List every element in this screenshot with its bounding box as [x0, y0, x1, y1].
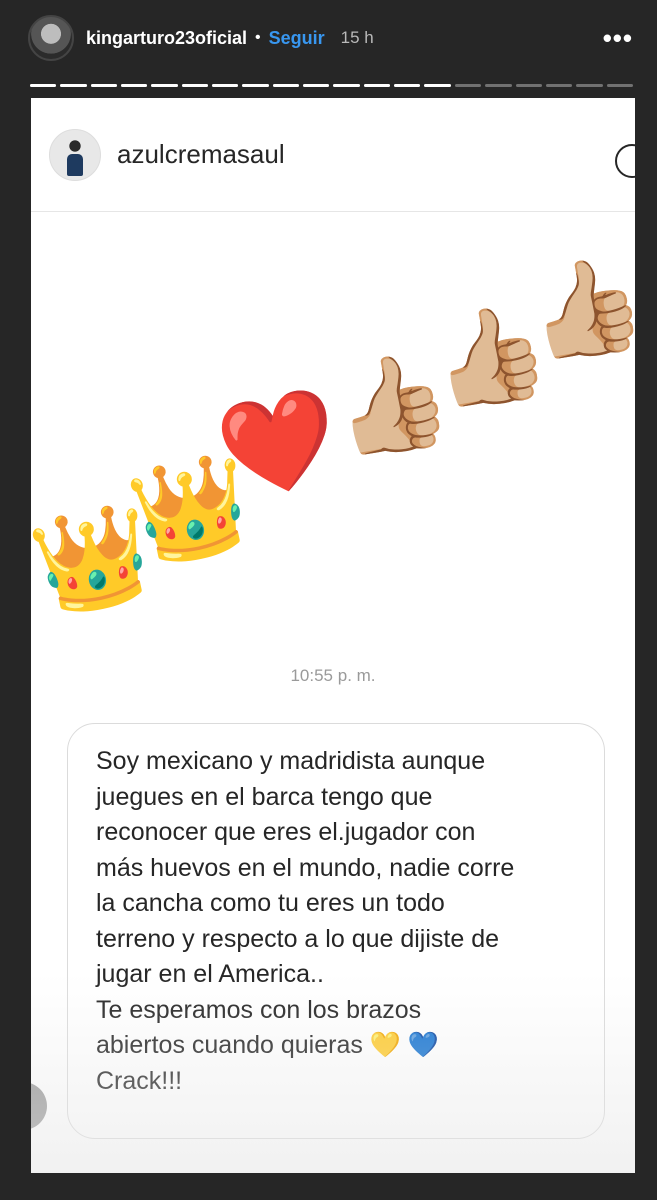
- progress-segment: [151, 84, 178, 87]
- progress-segment: [90, 84, 118, 87]
- story-progress-bar: [30, 84, 633, 88]
- message-text: Soy mexicano y madridista aunque juegues…: [96, 747, 515, 1095]
- progress-segment: [272, 84, 300, 87]
- progress-segment: [363, 84, 391, 87]
- progress-segment: [60, 84, 87, 87]
- info-icon[interactable]: [615, 144, 635, 178]
- progress-segment: [181, 84, 209, 87]
- message-timestamp: 10:55 p. m.: [290, 666, 376, 685]
- progress-segment: [576, 84, 603, 87]
- story-username[interactable]: kingarturo23oficial: [86, 28, 247, 49]
- progress-segment: [485, 84, 512, 87]
- emoji-message: 👑 👑 ❤️ 👍🏼 👍🏼 👍🏼: [31, 244, 635, 658]
- progress-segment: [242, 84, 269, 87]
- progress-segment: [394, 84, 421, 87]
- progress-segment: [454, 84, 482, 87]
- more-options-icon[interactable]: •••: [603, 25, 633, 51]
- story-avatar[interactable]: [28, 15, 74, 61]
- dm-avatar[interactable]: [49, 128, 101, 181]
- progress-segment: [212, 84, 239, 87]
- separator-dot: •: [255, 29, 261, 46]
- progress-segment: [545, 84, 573, 87]
- dm-screenshot: azulcremasaul 👑 👑 ❤️ 👍🏼 👍🏼 👍🏼 10:55 p. m…: [31, 98, 635, 1173]
- heart-emoji: ❤️: [208, 376, 349, 512]
- sender-avatar: [31, 1082, 47, 1130]
- follow-button[interactable]: Seguir: [269, 28, 325, 49]
- message-bubble[interactable]: Soy mexicano y madridista aunque juegues…: [67, 723, 605, 1139]
- progress-segment: [333, 84, 360, 87]
- dm-header: azulcremasaul: [31, 98, 635, 212]
- story-header: kingarturo23oficial • Seguir 15 h •••: [28, 14, 633, 62]
- progress-segment: [515, 84, 542, 87]
- progress-segment: [30, 84, 57, 87]
- progress-segment: [303, 84, 330, 87]
- dm-username[interactable]: azulcremasaul: [117, 139, 285, 170]
- progress-segment: [121, 84, 148, 87]
- progress-segment: [606, 84, 633, 87]
- story-time: 15 h: [340, 28, 374, 47]
- thumbs-up-emoji: 👍🏼: [517, 244, 635, 375]
- progress-segment: [424, 84, 451, 87]
